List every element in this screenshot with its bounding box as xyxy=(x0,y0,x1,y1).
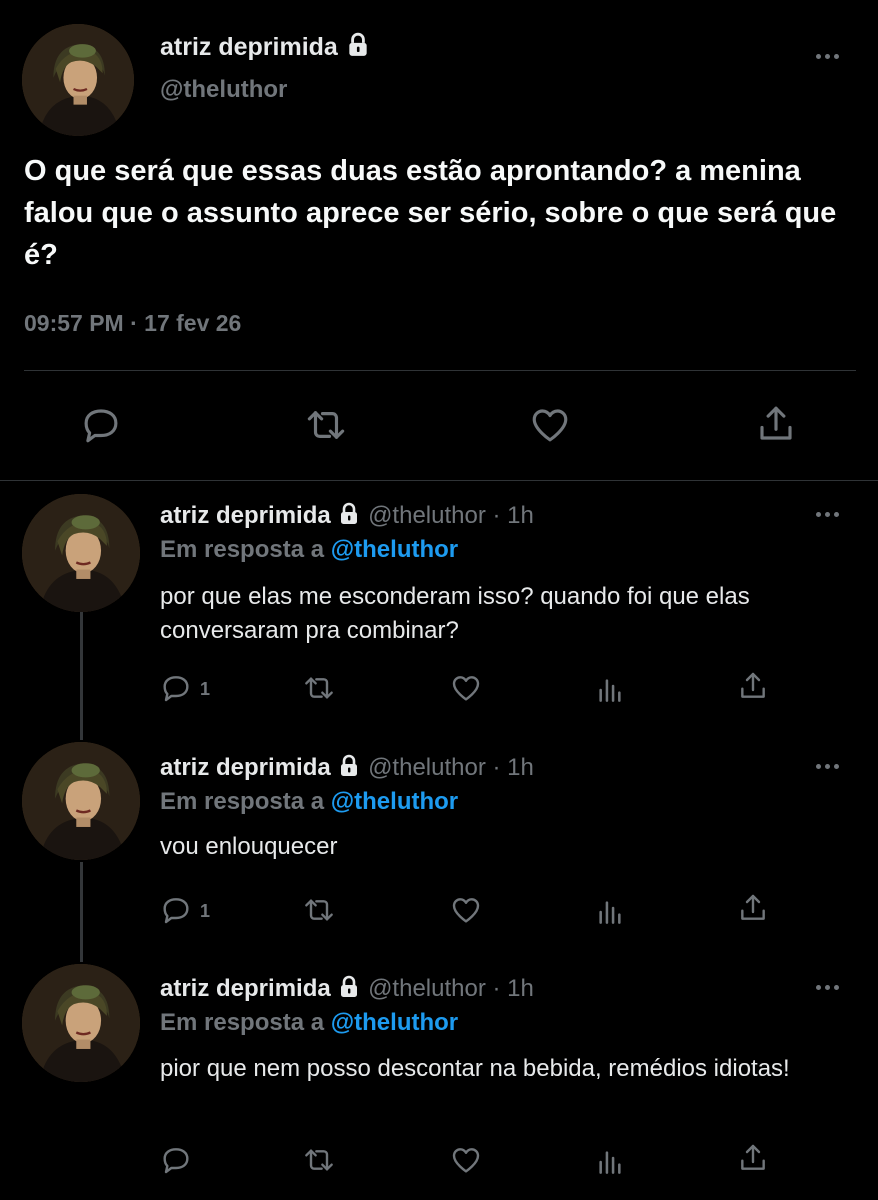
stats-icon[interactable] xyxy=(594,896,626,928)
heart-icon[interactable] xyxy=(450,672,482,704)
avatar[interactable] xyxy=(22,742,140,860)
display-name-text: atriz deprimida xyxy=(160,33,338,61)
display-name[interactable]: atriz deprimida xyxy=(160,502,331,529)
in-reply-to: Em resposta a @theluthor xyxy=(160,788,458,816)
in-reply-prefix: Em resposta a xyxy=(160,536,325,563)
more-options-icon[interactable] xyxy=(816,981,846,993)
reply-count: 1 xyxy=(200,901,211,921)
heart-icon[interactable] xyxy=(450,1144,482,1176)
mention-link[interactable]: @theluthor xyxy=(331,788,458,815)
retweet-icon[interactable] xyxy=(303,672,335,704)
reply-count: 1 xyxy=(200,679,211,699)
heart-icon[interactable] xyxy=(529,404,571,446)
display-name[interactable]: atriz deprimida xyxy=(160,975,331,1002)
username-handle[interactable]: @theluthor xyxy=(368,502,486,529)
more-options-icon[interactable] xyxy=(816,760,846,772)
tweet-text: O que será que essas duas estão aprontan… xyxy=(24,155,837,271)
stats-icon[interactable] xyxy=(594,674,626,706)
reply-header: atriz deprimida @theluthor · 1h xyxy=(160,754,534,782)
retweet-icon[interactable] xyxy=(303,1144,335,1176)
share-icon[interactable] xyxy=(737,892,769,924)
stats-icon[interactable] xyxy=(594,1146,626,1178)
in-reply-to: Em resposta a @theluthor xyxy=(160,1009,458,1037)
reply-text: por que elas me esconderam isso? quando … xyxy=(160,583,750,644)
in-reply-prefix: Em resposta a xyxy=(160,788,325,815)
mention-link[interactable]: @theluthor xyxy=(331,536,458,563)
lock-icon xyxy=(337,502,361,526)
reply-text: vou enlouquecer xyxy=(160,833,338,860)
username-handle[interactable]: @theluthor xyxy=(160,76,287,104)
reply-text: pior que nem posso descontar na bebida, … xyxy=(160,1055,790,1082)
more-options-icon[interactable] xyxy=(816,50,846,62)
display-name[interactable]: atriz deprimida xyxy=(160,754,331,781)
reply-time[interactable]: · 1h xyxy=(493,754,534,781)
comment-icon[interactable] xyxy=(80,404,122,446)
comment-icon[interactable] xyxy=(160,894,192,926)
reply-time[interactable]: · 1h xyxy=(493,975,534,1002)
share-icon[interactable] xyxy=(737,1142,769,1174)
lock-icon xyxy=(337,754,361,778)
comment-icon[interactable] xyxy=(160,1144,192,1176)
reply-header: atriz deprimida @theluthor · 1h xyxy=(160,502,534,530)
tweet-timestamp[interactable]: 09:57 PM · 17 fev 26 xyxy=(24,310,241,337)
reply-time[interactable]: · 1h xyxy=(493,502,534,529)
heart-icon[interactable] xyxy=(450,894,482,926)
in-reply-to: Em resposta a @theluthor xyxy=(160,536,458,564)
username-handle[interactable]: @theluthor xyxy=(368,975,486,1002)
share-icon[interactable] xyxy=(755,403,797,445)
username-handle[interactable]: @theluthor xyxy=(368,754,486,781)
retweet-icon[interactable] xyxy=(305,404,347,446)
retweet-icon[interactable] xyxy=(303,894,335,926)
share-icon[interactable] xyxy=(737,670,769,702)
section-divider xyxy=(0,480,878,481)
thread-line xyxy=(80,612,83,740)
divider xyxy=(24,370,856,371)
display-name[interactable]: atriz deprimida xyxy=(160,32,371,62)
avatar[interactable] xyxy=(22,24,134,136)
in-reply-prefix: Em resposta a xyxy=(160,1009,325,1036)
comment-icon[interactable] xyxy=(160,672,192,704)
thread-line xyxy=(80,862,83,962)
reply-header: atriz deprimida @theluthor · 1h xyxy=(160,975,534,1003)
lock-icon xyxy=(337,975,361,999)
lock-icon xyxy=(345,32,371,58)
mention-link[interactable]: @theluthor xyxy=(331,1009,458,1036)
avatar[interactable] xyxy=(22,494,140,612)
avatar[interactable] xyxy=(22,964,140,1082)
more-options-icon[interactable] xyxy=(816,508,846,520)
